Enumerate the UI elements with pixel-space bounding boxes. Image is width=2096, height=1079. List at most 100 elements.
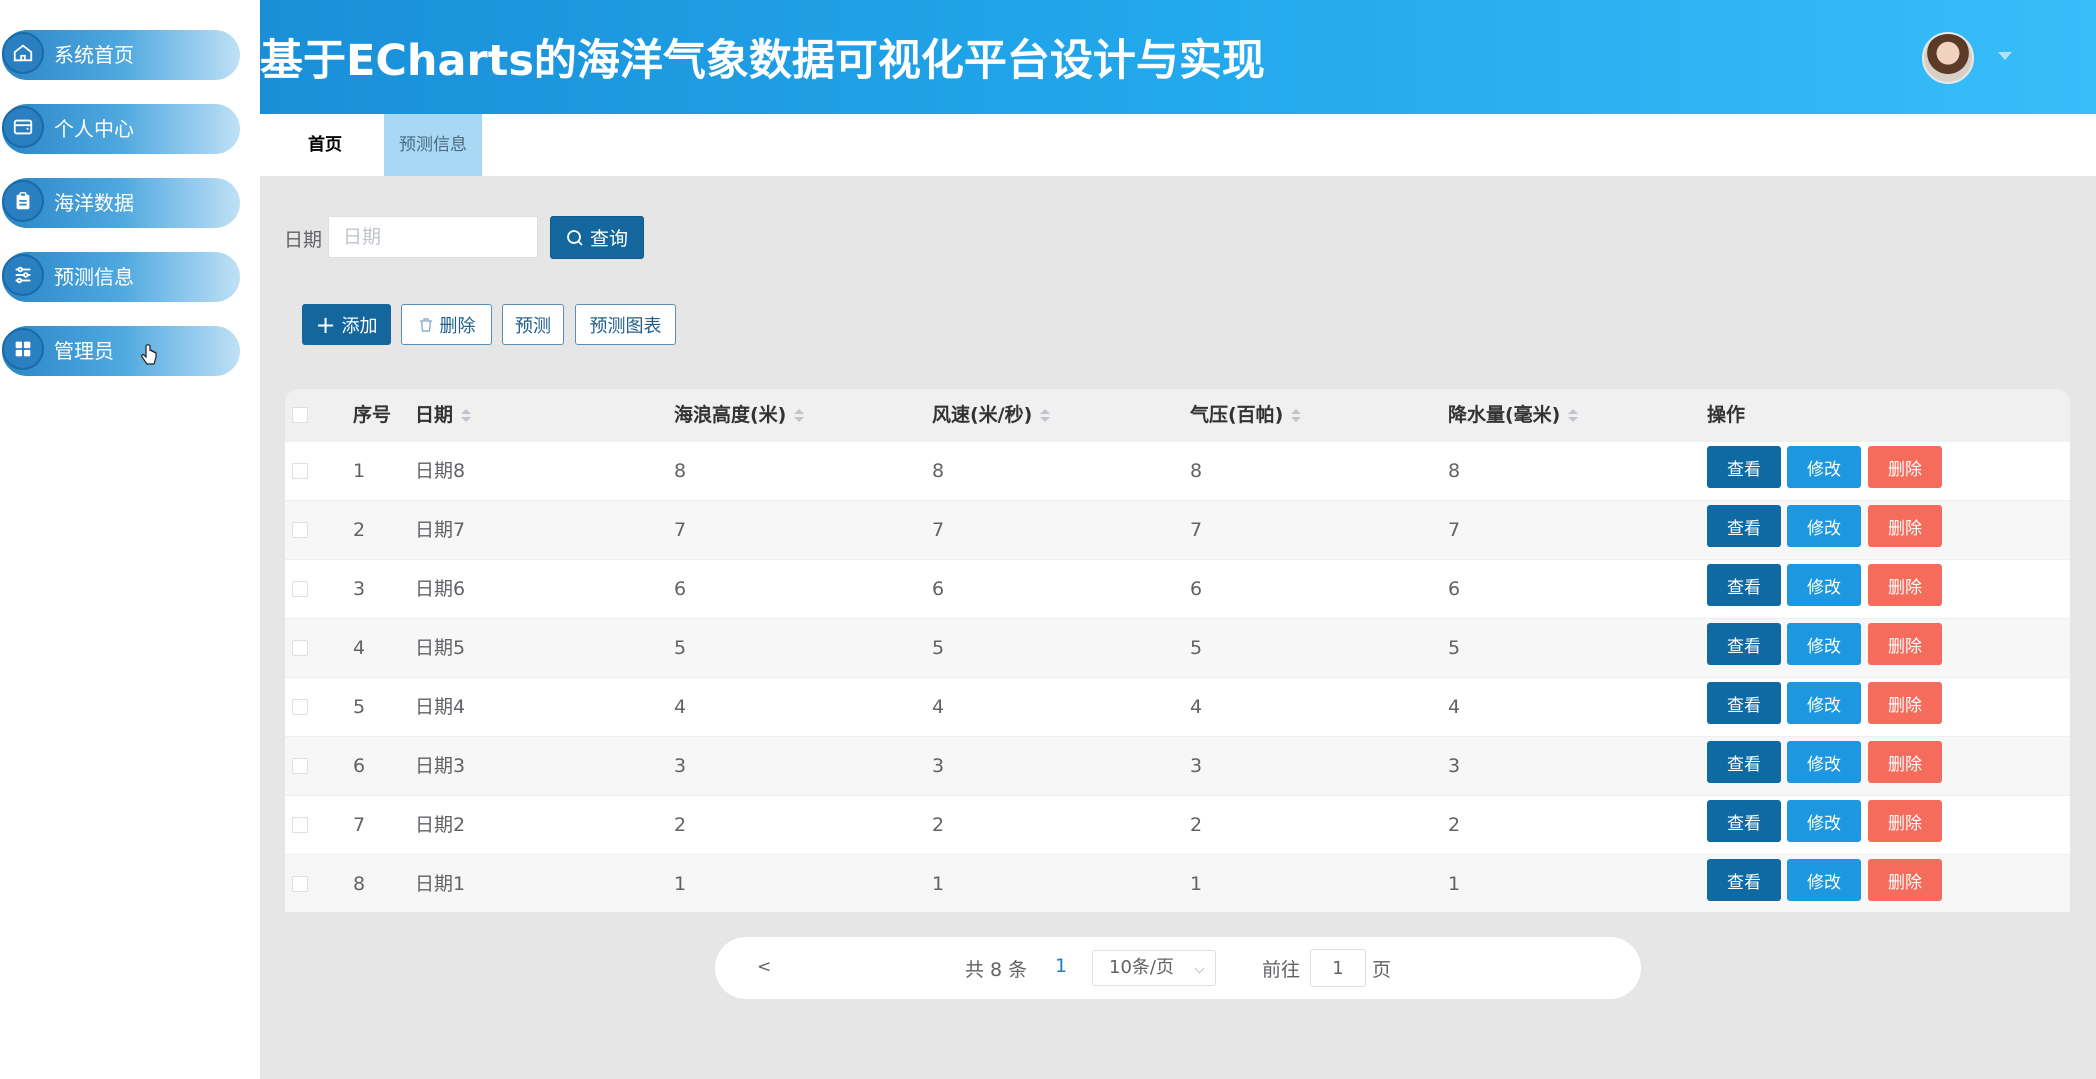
row-checkbox[interactable] <box>292 463 308 479</box>
view-button[interactable]: 查看 <box>1707 623 1781 665</box>
view-button[interactable]: 查看 <box>1707 505 1781 547</box>
tab-forecast[interactable]: 预测信息 <box>384 114 482 176</box>
table-row: 2 日期7 7 7 7 7 查看 修改 删除 <box>285 501 2070 560</box>
sidebar-item-personal-center[interactable]: 个人中心 <box>0 104 240 154</box>
header-wind-speed[interactable]: 风速(米/秒) <box>932 389 1051 442</box>
add-button[interactable]: + 添加 <box>302 304 391 345</box>
query-button[interactable]: 查询 <box>550 216 644 259</box>
delete-button[interactable]: 删除 <box>1868 505 1942 547</box>
chevron-down-icon <box>1194 963 1205 974</box>
view-button[interactable]: 查看 <box>1707 741 1781 783</box>
header-bar: 基于ECharts的海洋气象数据可视化平台设计与实现 <box>260 0 2096 114</box>
header-index: 序号 <box>353 389 391 442</box>
cell-rain: 2 <box>1448 814 1461 836</box>
chevron-down-icon[interactable] <box>1998 52 2012 60</box>
avatar[interactable] <box>1922 32 1974 84</box>
table-header: 序号 日期 海浪高度(米) 风速(米/秒) 气压(百帕) 降水量(毫米) 操作 <box>285 389 2070 442</box>
view-button[interactable]: 查看 <box>1707 682 1781 724</box>
sidebar-item-forecast[interactable]: 预测信息 <box>0 252 240 302</box>
edit-button[interactable]: 修改 <box>1787 682 1861 724</box>
edit-button[interactable]: 修改 <box>1787 741 1861 783</box>
header-operations: 操作 <box>1707 389 1745 442</box>
table-row: 5 日期4 4 4 4 4 查看 修改 删除 <box>285 678 2070 737</box>
view-button[interactable]: 查看 <box>1707 859 1781 901</box>
sort-icon[interactable] <box>794 408 805 424</box>
sidebar-item-ocean-data[interactable]: 海洋数据 <box>0 178 240 228</box>
add-button-label: 添加 <box>341 315 378 337</box>
edit-button[interactable]: 修改 <box>1787 800 1861 842</box>
cell-wave: 6 <box>674 578 687 600</box>
edit-button[interactable]: 修改 <box>1787 564 1861 606</box>
edit-button[interactable]: 修改 <box>1787 623 1861 665</box>
cell-date: 日期3 <box>415 755 466 777</box>
delete-button[interactable]: 删除 <box>1868 446 1942 488</box>
header-pressure[interactable]: 气压(百帕) <box>1190 389 1302 442</box>
query-button-label: 查询 <box>589 228 628 250</box>
delete-button[interactable]: 删除 <box>1868 564 1942 606</box>
cell-pressure: 3 <box>1190 755 1203 777</box>
cell-wind: 3 <box>932 755 945 777</box>
forecast-table: 序号 日期 海浪高度(米) 风速(米/秒) 气压(百帕) 降水量(毫米) 操作 … <box>285 389 2070 912</box>
edit-button[interactable]: 修改 <box>1787 859 1861 901</box>
view-button[interactable]: 查看 <box>1707 800 1781 842</box>
delete-button[interactable]: 删除 <box>1868 859 1942 901</box>
sort-icon[interactable] <box>1291 408 1302 424</box>
date-search-input[interactable] <box>328 216 538 258</box>
cell-index: 1 <box>353 460 366 482</box>
cell-wind: 5 <box>932 637 945 659</box>
select-all-checkbox[interactable] <box>292 407 308 423</box>
edit-button[interactable]: 修改 <box>1787 505 1861 547</box>
sort-icon[interactable] <box>1568 408 1579 424</box>
row-checkbox[interactable] <box>292 699 308 715</box>
cell-rain: 4 <box>1448 696 1461 718</box>
edit-button[interactable]: 修改 <box>1787 446 1861 488</box>
sort-icon[interactable] <box>461 408 472 424</box>
goto-page-input[interactable] <box>1310 949 1366 987</box>
predict-chart-button[interactable]: 预测图表 <box>575 304 676 345</box>
page-size-select[interactable]: 10条/页 <box>1092 950 1216 986</box>
header-rain-label: 降水量(毫米) <box>1448 404 1561 426</box>
batch-delete-button[interactable]: 删除 <box>401 304 492 345</box>
row-checkbox[interactable] <box>292 876 308 892</box>
header-pressure-label: 气压(百帕) <box>1190 404 1284 426</box>
delete-button[interactable]: 删除 <box>1868 800 1942 842</box>
page-number-current[interactable]: 1 <box>1055 955 1067 977</box>
sliders-icon <box>2 254 44 296</box>
table-row: 3 日期6 6 6 6 6 查看 修改 删除 <box>285 560 2070 619</box>
sidebar-item-admin[interactable]: 管理员 <box>0 326 240 376</box>
row-checkbox[interactable] <box>292 581 308 597</box>
cell-date: 日期1 <box>415 873 466 895</box>
cell-wind: 7 <box>932 519 945 541</box>
sidebar-item-home[interactable]: 系统首页 <box>0 30 240 80</box>
table-row: 4 日期5 5 5 5 5 查看 修改 删除 <box>285 619 2070 678</box>
delete-button[interactable]: 删除 <box>1868 741 1942 783</box>
predict-button[interactable]: 预测 <box>502 304 564 345</box>
prev-page-button[interactable]: < <box>757 957 771 977</box>
plus-icon: + <box>315 310 336 339</box>
view-button[interactable]: 查看 <box>1707 446 1781 488</box>
cell-wave: 5 <box>674 637 687 659</box>
row-checkbox[interactable] <box>292 522 308 538</box>
sort-icon[interactable] <box>1040 408 1051 424</box>
cell-wave: 8 <box>674 460 687 482</box>
header-wave-height[interactable]: 海浪高度(米) <box>674 389 805 442</box>
view-button[interactable]: 查看 <box>1707 564 1781 606</box>
delete-button[interactable]: 删除 <box>1868 623 1942 665</box>
header-precipitation[interactable]: 降水量(毫米) <box>1448 389 1579 442</box>
row-checkbox[interactable] <box>292 758 308 774</box>
row-checkbox[interactable] <box>292 640 308 656</box>
sidebar-item-label: 个人中心 <box>54 117 134 141</box>
delete-button[interactable]: 删除 <box>1868 682 1942 724</box>
cell-rain: 7 <box>1448 519 1461 541</box>
cell-index: 4 <box>353 637 366 659</box>
cell-index: 5 <box>353 696 366 718</box>
page-title: 基于ECharts的海洋气象数据可视化平台设计与实现 <box>260 36 1265 86</box>
cell-index: 6 <box>353 755 366 777</box>
row-checkbox[interactable] <box>292 817 308 833</box>
cell-date: 日期7 <box>415 519 466 541</box>
header-date[interactable]: 日期 <box>415 389 472 442</box>
table-row: 6 日期3 3 3 3 3 查看 修改 删除 <box>285 737 2070 796</box>
cell-wind: 6 <box>932 578 945 600</box>
cell-rain: 5 <box>1448 637 1461 659</box>
tab-home[interactable]: 首页 <box>290 114 360 176</box>
